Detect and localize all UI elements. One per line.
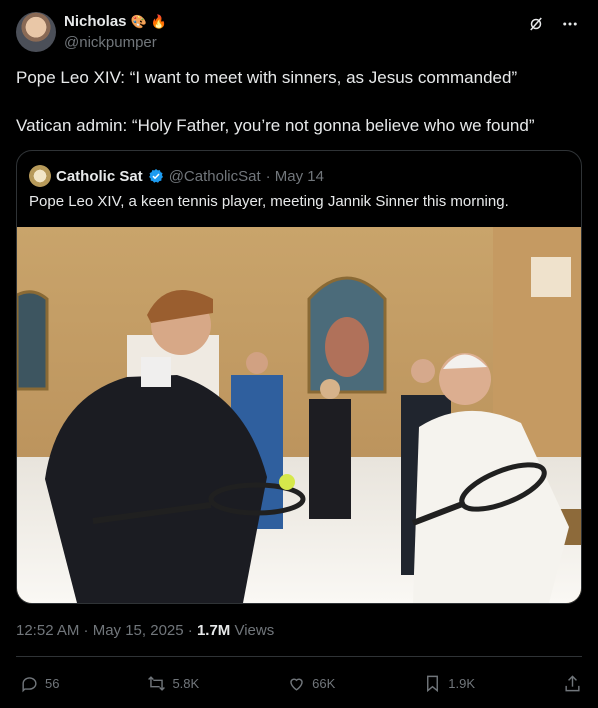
- bookmark-icon: [427, 675, 439, 693]
- quote-author-handle[interactable]: @CatholicSat: [169, 168, 261, 185]
- author-name-row: Nicholas 🎨 🔥: [64, 13, 167, 30]
- tweet-text: Pope Leo XIV: “I want to meet with sinne…: [16, 66, 576, 138]
- reply-icon: [22, 677, 37, 693]
- timestamp[interactable]: 12:52 AM · May 15, 2025 ·: [16, 622, 197, 639]
- bookmark-count: 1.9K: [448, 676, 476, 691]
- heart-icon: [290, 678, 303, 691]
- divider: [16, 656, 582, 657]
- author-avatar[interactable]: [16, 12, 56, 52]
- action-bar: 56 5.8K 66K 1.9K: [20, 674, 582, 693]
- repost-button[interactable]: 5.8K: [147, 674, 199, 693]
- grok-icon[interactable]: [526, 14, 546, 34]
- author-name[interactable]: Nicholas: [64, 13, 127, 30]
- more-options-icon[interactable]: [560, 14, 580, 34]
- like-button[interactable]: 66K: [287, 674, 335, 693]
- fire-emoji-icon: 🔥: [150, 14, 167, 29]
- palette-emoji-icon: 🎨: [130, 14, 147, 29]
- views-count: 1.7M: [196, 622, 231, 639]
- quote-author-name[interactable]: Catholic Sat: [56, 168, 143, 185]
- tweet-line-2: Vatican admin: “Holy Father, you’re not …: [16, 116, 535, 135]
- share-icon: [565, 675, 580, 692]
- share-button[interactable]: [563, 674, 582, 693]
- views-label: Views: [230, 622, 275, 639]
- reply-count: 56: [45, 676, 60, 691]
- like-count: 66K: [312, 676, 336, 691]
- quoted-tweet[interactable]: Catholic Sat @CatholicSat · May 14 Pope …: [16, 150, 582, 604]
- bookmark-button[interactable]: 1.9K: [423, 674, 475, 693]
- quote-avatar[interactable]: [29, 165, 51, 187]
- reply-button[interactable]: 56: [20, 674, 59, 693]
- tweet-line-1: Pope Leo XIV: “I want to meet with sinne…: [16, 68, 518, 87]
- repost-icon: [148, 676, 166, 691]
- quote-text: Pope Leo XIV, a keen tennis player, meet…: [29, 193, 509, 210]
- quote-header: Catholic Sat @CatholicSat · May 14: [29, 165, 324, 187]
- verified-badge-icon: [148, 169, 163, 183]
- timestamp-views: 12:52 AM · May 15, 2025 · 1.7M Views: [16, 622, 274, 639]
- author-handle[interactable]: @nickpumper: [64, 34, 157, 51]
- top-actions: [526, 14, 580, 34]
- quote-date[interactable]: · May 14: [266, 168, 324, 185]
- repost-count: 5.8K: [172, 676, 200, 691]
- photo-image[interactable]: [17, 227, 581, 603]
